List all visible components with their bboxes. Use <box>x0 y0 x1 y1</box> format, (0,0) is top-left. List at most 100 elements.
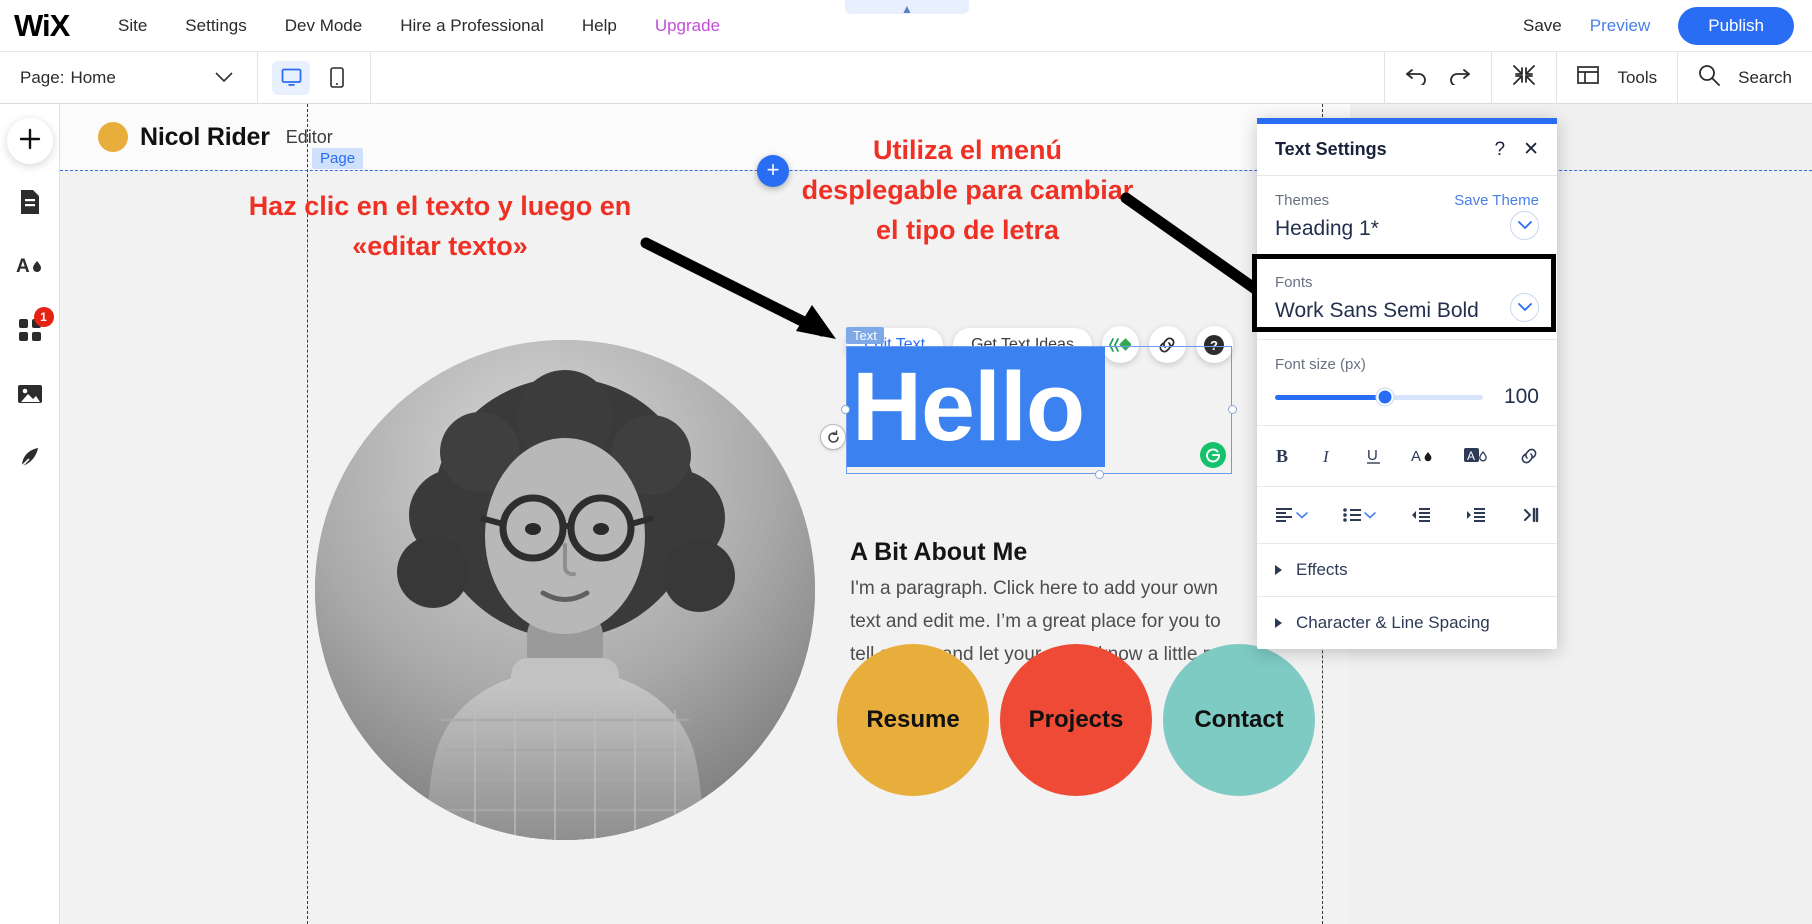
format-button-row: B I U A A <box>1257 426 1557 487</box>
pen-icon <box>18 446 42 475</box>
zoom-out-group[interactable] <box>1491 52 1556 104</box>
menu-item-settings[interactable]: Settings <box>185 16 246 36</box>
layout-icon <box>1577 65 1599 90</box>
circle-button-label: Projects <box>1029 706 1124 734</box>
grammarly-icon[interactable] <box>1200 442 1226 468</box>
app-market-badge: 1 <box>34 307 54 327</box>
theme-value: Heading 1* <box>1275 217 1379 241</box>
font-size-value[interactable]: 100 <box>1497 385 1539 409</box>
svg-text:A: A <box>16 256 30 277</box>
undo-icon[interactable] <box>1405 65 1429 90</box>
slider-knob[interactable] <box>1377 389 1394 406</box>
site-header: Nicol Rider Editor <box>60 104 1350 170</box>
circle-button-label: Contact <box>1194 706 1283 734</box>
menu-item-hire-a-professional[interactable]: Hire a Professional <box>400 16 544 36</box>
desktop-view-button[interactable] <box>272 61 310 95</box>
sidebar-item-add-elements[interactable] <box>7 118 53 164</box>
top-bar-actions: Save Preview Publish <box>1523 7 1812 45</box>
chevron-up-icon: ▲ <box>901 4 913 14</box>
save-button[interactable]: Save <box>1523 16 1562 36</box>
profile-photo-graphic <box>315 340 815 840</box>
sidebar-item-site-design[interactable]: A <box>6 244 54 292</box>
themes-label: Themes <box>1275 192 1329 209</box>
save-theme-link[interactable]: Save Theme <box>1454 192 1539 209</box>
tool-row: Page: Home <box>0 52 1812 104</box>
site-subtitle: Editor <box>286 127 333 148</box>
spacing-accordion[interactable]: Character & Line Spacing <box>1257 597 1557 649</box>
link-icon[interactable] <box>1519 446 1539 466</box>
menu-item-upgrade[interactable]: Upgrade <box>655 16 720 36</box>
effects-label: Effects <box>1296 560 1348 580</box>
fonts-header-row: Fonts <box>1275 274 1539 291</box>
resize-handle-bottom[interactable] <box>1095 470 1104 479</box>
menu-item-help[interactable]: Help <box>582 16 617 36</box>
circle-button-projects[interactable]: Projects <box>1000 644 1152 796</box>
svg-text:A: A <box>1411 448 1421 465</box>
highlight-color-icon[interactable]: A <box>1464 446 1490 466</box>
wix-editor-screen: ▲ WiX Site Settings Dev Mode Hire a Prof… <box>0 0 1812 924</box>
sidebar-item-media[interactable] <box>6 372 54 420</box>
preview-button[interactable]: Preview <box>1590 16 1650 36</box>
search-icon <box>1698 64 1720 91</box>
font-size-slider[interactable] <box>1275 395 1483 400</box>
decrease-indent-icon[interactable] <box>1411 507 1431 523</box>
slider-fill <box>1275 395 1385 400</box>
text-color-icon[interactable]: A <box>1411 446 1435 466</box>
themes-header-row: Themes Save Theme <box>1275 192 1539 209</box>
sidebar-item-pages[interactable] <box>6 180 54 228</box>
panel-title: Text Settings <box>1275 139 1387 160</box>
avatar <box>98 122 128 152</box>
circle-button-label: Resume <box>866 706 959 734</box>
font-size-label: Font size (px) <box>1275 356 1539 373</box>
italic-icon[interactable]: I <box>1321 446 1336 466</box>
increase-indent-icon[interactable] <box>1466 507 1486 523</box>
chevron-down-icon[interactable] <box>1510 293 1539 322</box>
hello-text-element[interactable]: Text Hello <box>846 346 1232 474</box>
bold-icon[interactable]: B <box>1275 446 1292 466</box>
publish-button[interactable]: Publish <box>1678 7 1794 45</box>
wix-logo[interactable]: WiX <box>14 10 78 41</box>
sidebar-item-content-manager[interactable] <box>6 436 54 484</box>
font-value: Work Sans Semi Bold <box>1275 299 1479 323</box>
paragraph-button-row <box>1257 487 1557 544</box>
fonts-label: Fonts <box>1275 274 1313 291</box>
hello-text: Hello <box>852 344 1084 470</box>
sidebar-item-app-market[interactable]: 1 <box>6 308 54 356</box>
font-value-row[interactable]: Work Sans Semi Bold <box>1275 291 1539 323</box>
text-align-icon[interactable] <box>1275 507 1308 523</box>
top-bar: ▲ WiX Site Settings Dev Mode Hire a Prof… <box>0 0 1812 52</box>
tools-button[interactable]: Tools <box>1556 52 1677 104</box>
rotate-handle[interactable] <box>820 424 846 450</box>
circle-button-resume[interactable]: Resume <box>837 644 989 796</box>
menu-item-site[interactable]: Site <box>118 16 147 36</box>
mobile-view-button[interactable] <box>318 61 356 95</box>
profile-photo[interactable] <box>315 340 815 840</box>
annotation-left: Haz clic en el texto y luego en «editar … <box>205 186 675 266</box>
effects-accordion[interactable]: Effects <box>1257 544 1557 597</box>
page-selector[interactable]: Page: Home <box>0 52 258 104</box>
text-settings-panel: Text Settings ? ✕ Themes Save Theme Head… <box>1257 118 1557 649</box>
browser-tab-nub[interactable]: ▲ <box>845 0 969 14</box>
text-direction-icon[interactable] <box>1521 507 1539 523</box>
plus-icon <box>18 127 42 156</box>
redo-icon[interactable] <box>1447 65 1471 90</box>
panel-header-actions: ? ✕ <box>1495 138 1540 161</box>
underline-icon[interactable]: U <box>1365 446 1382 466</box>
menu-item-dev-mode[interactable]: Dev Mode <box>285 16 362 36</box>
circle-button-contact[interactable]: Contact <box>1163 644 1315 796</box>
add-section-button[interactable]: + <box>757 155 789 187</box>
search-button[interactable]: Search <box>1677 52 1812 104</box>
chevron-down-icon[interactable] <box>1510 211 1539 240</box>
svg-text:I: I <box>1322 447 1330 466</box>
theme-value-row[interactable]: Heading 1* <box>1275 209 1539 241</box>
resize-handle-right[interactable] <box>1228 405 1237 414</box>
bullet-list-icon[interactable] <box>1343 507 1376 523</box>
svg-text:A: A <box>1467 449 1475 463</box>
panel-header: Text Settings ? ✕ <box>1257 124 1557 176</box>
help-icon[interactable]: ? <box>1495 139 1506 161</box>
tools-label: Tools <box>1617 68 1657 88</box>
about-heading[interactable]: A Bit About Me <box>850 538 1027 567</box>
resize-handle-left[interactable] <box>841 405 850 414</box>
close-icon[interactable]: ✕ <box>1523 138 1539 161</box>
svg-text:B: B <box>1276 446 1288 466</box>
